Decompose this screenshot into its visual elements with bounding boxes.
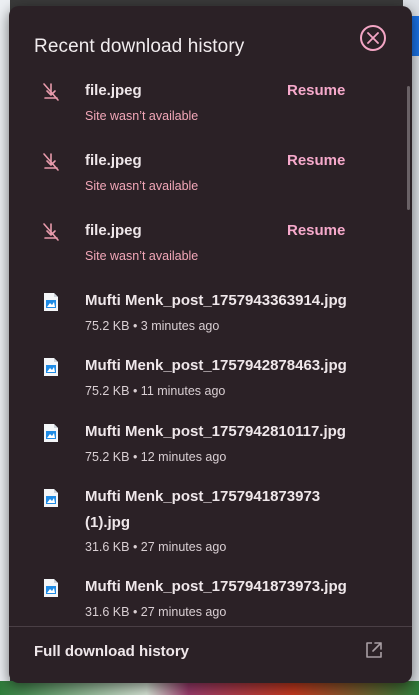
file-status: Site wasn’t available <box>85 109 199 123</box>
full-download-history-link[interactable]: Full download history <box>34 643 189 660</box>
file-status: 75.2 KB • 3 minutes ago <box>85 319 220 333</box>
download-item[interactable]: Mufti Menk_post_1757942810117.jpg 75.2 K… <box>9 415 412 475</box>
close-icon <box>367 32 379 44</box>
image-file-icon <box>44 358 58 376</box>
download-blocked-icon <box>43 223 59 241</box>
download-item[interactable]: Mufti Menk_post_1757941873973 (1).jpg 31… <box>9 480 412 560</box>
open-external-icon[interactable] <box>365 641 383 659</box>
file-status: 75.2 KB • 11 minutes ago <box>85 384 226 398</box>
file-status: 31.6 KB • 27 minutes ago <box>85 605 227 619</box>
panel-title: Recent download history <box>34 36 245 57</box>
file-status: 31.6 KB • 27 minutes ago <box>85 540 227 554</box>
file-status: Site wasn’t available <box>85 179 199 193</box>
download-blocked-icon <box>43 83 59 101</box>
image-file-icon <box>44 293 58 311</box>
resume-button[interactable]: Resume <box>287 152 345 169</box>
file-name: Mufti Menk_post_1757941873973.jpg <box>85 578 347 595</box>
background-page-bottom <box>0 681 419 695</box>
image-file-icon <box>44 579 58 597</box>
file-status: Site wasn’t available <box>85 249 199 263</box>
image-file-icon <box>44 424 58 442</box>
download-blocked-icon <box>43 153 59 171</box>
file-name: Mufti Menk_post_1757942878463.jpg <box>85 357 347 374</box>
download-item[interactable]: Mufti Menk_post_1757943363914.jpg 75.2 K… <box>9 284 412 344</box>
download-item[interactable]: file.jpeg Site wasn’t available Resume <box>9 144 412 204</box>
file-name: Mufti Menk_post_1757941873973 <box>85 488 321 505</box>
resume-button[interactable]: Resume <box>287 82 345 99</box>
image-file-icon <box>44 489 58 507</box>
footer-divider <box>9 626 412 627</box>
file-name: file.jpeg <box>85 152 142 169</box>
download-item[interactable]: Mufti Menk_post_1757942878463.jpg 75.2 K… <box>9 349 412 409</box>
file-name: Mufti Menk_post_1757942810117.jpg <box>85 423 346 440</box>
download-item[interactable]: file.jpeg Site wasn’t available Resume <box>9 214 412 274</box>
close-button[interactable] <box>360 25 386 51</box>
file-name: file.jpeg <box>85 222 142 239</box>
download-item[interactable]: Mufti Menk_post_1757941873973.jpg 31.6 K… <box>9 570 412 630</box>
download-item[interactable]: file.jpeg Site wasn’t available Resume <box>9 74 412 134</box>
resume-button[interactable]: Resume <box>287 222 345 239</box>
file-name: file.jpeg <box>85 82 142 99</box>
file-name-line2: (1).jpg <box>85 514 130 531</box>
file-name: Mufti Menk_post_1757943363914.jpg <box>85 292 347 309</box>
file-status: 75.2 KB • 12 minutes ago <box>85 450 227 464</box>
download-history-panel: Recent download history file.jpeg Site w… <box>9 6 412 683</box>
